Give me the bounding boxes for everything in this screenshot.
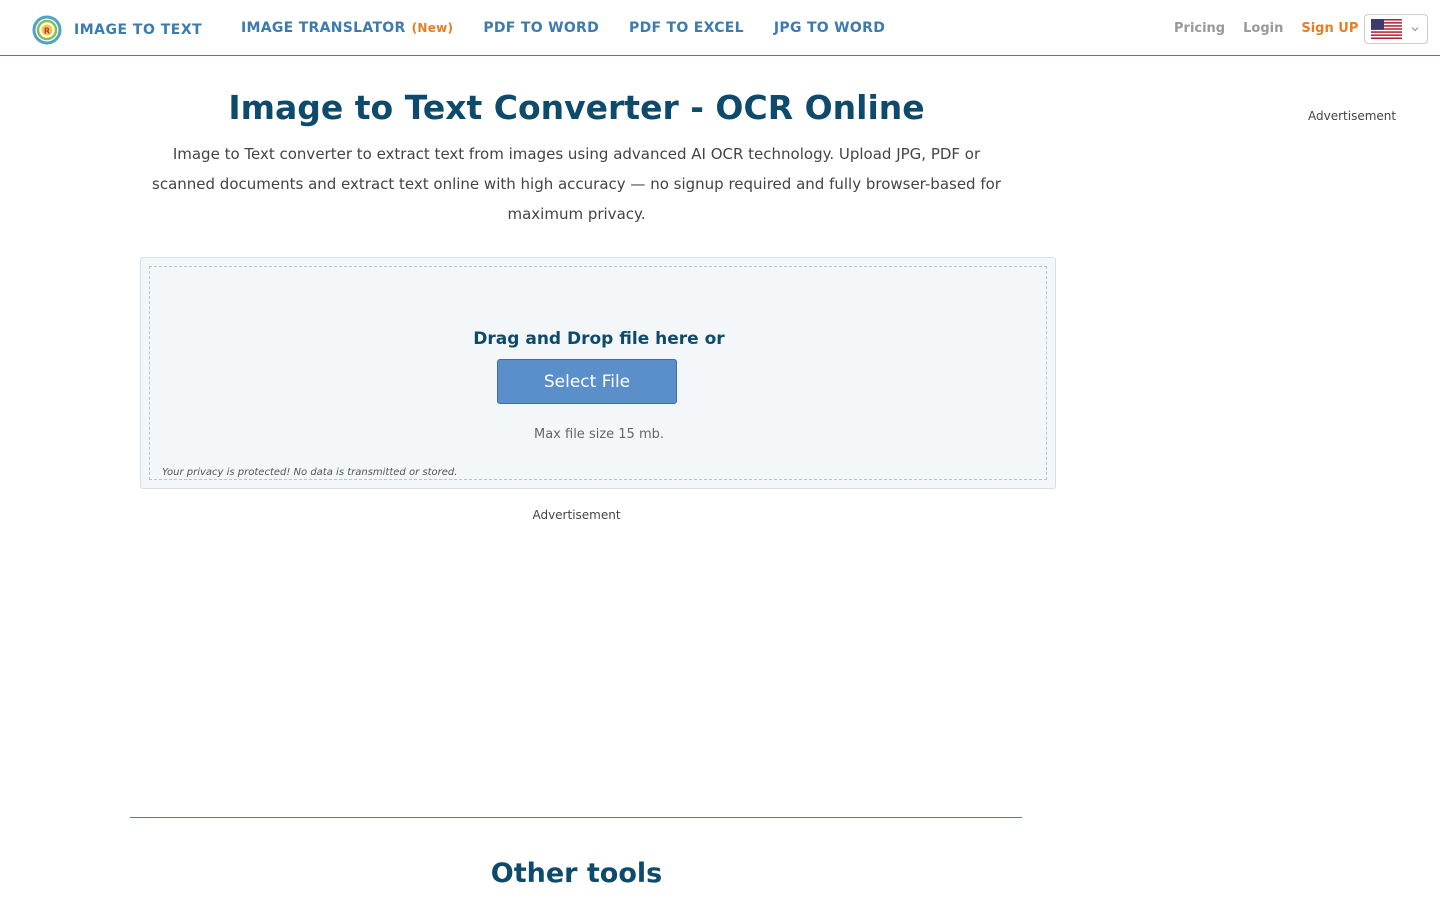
other-tools-heading: Other tools [490,858,663,889]
drop-zone[interactable]: Drag and Drop file here or Select File M… [149,266,1047,480]
logo-link[interactable]: R IMAGE TO TEXT [32,15,202,45]
pricing-link[interactable]: Pricing [1174,21,1225,36]
privacy-note: Your privacy is protected! No data is tr… [162,467,458,478]
us-flag-icon [1371,19,1402,39]
ocr-logo-icon: R [32,15,62,45]
max-file-size: Max file size 15 mb. [534,427,664,442]
advertisement-label-right: Advertisement [1308,109,1397,123]
signup-link[interactable]: Sign UP [1301,21,1358,36]
nav-jpg-to-word[interactable]: JPG TO WORD [774,20,885,36]
language-selector[interactable] [1364,14,1428,44]
main-nav: IMAGE TRANSLATOR (New) PDF TO WORD PDF TO… [241,20,915,36]
advertisement-label-center: Advertisement [532,508,621,522]
upload-area[interactable]: Drag and Drop file here or Select File M… [140,257,1056,489]
login-link[interactable]: Login [1243,21,1283,36]
page-subtitle: Image to Text converter to extract text … [152,145,1001,223]
select-file-button[interactable]: Select File [497,359,677,404]
logo-text: IMAGE TO TEXT [74,22,203,38]
page-title: Image to Text Converter - OCR Online [228,88,925,127]
svg-text:R: R [44,27,50,36]
drop-instructions: Drag and Drop file here or [473,329,725,349]
nav-pdf-to-excel[interactable]: PDF TO EXCEL [629,20,744,36]
chevron-down-icon [1411,27,1419,32]
section-divider [130,817,1022,818]
nav-image-translator[interactable]: IMAGE TRANSLATOR (New) [241,20,453,36]
site-header: R IMAGE TO TEXT IMAGE TRANSLATOR (New) PD… [0,0,1440,56]
account-links: Pricing Login Sign UP [1174,21,1376,36]
nav-image-translator-label: IMAGE TRANSLATOR [241,20,406,36]
nav-pdf-to-word[interactable]: PDF TO WORD [483,20,599,36]
new-badge: (New) [411,21,454,35]
